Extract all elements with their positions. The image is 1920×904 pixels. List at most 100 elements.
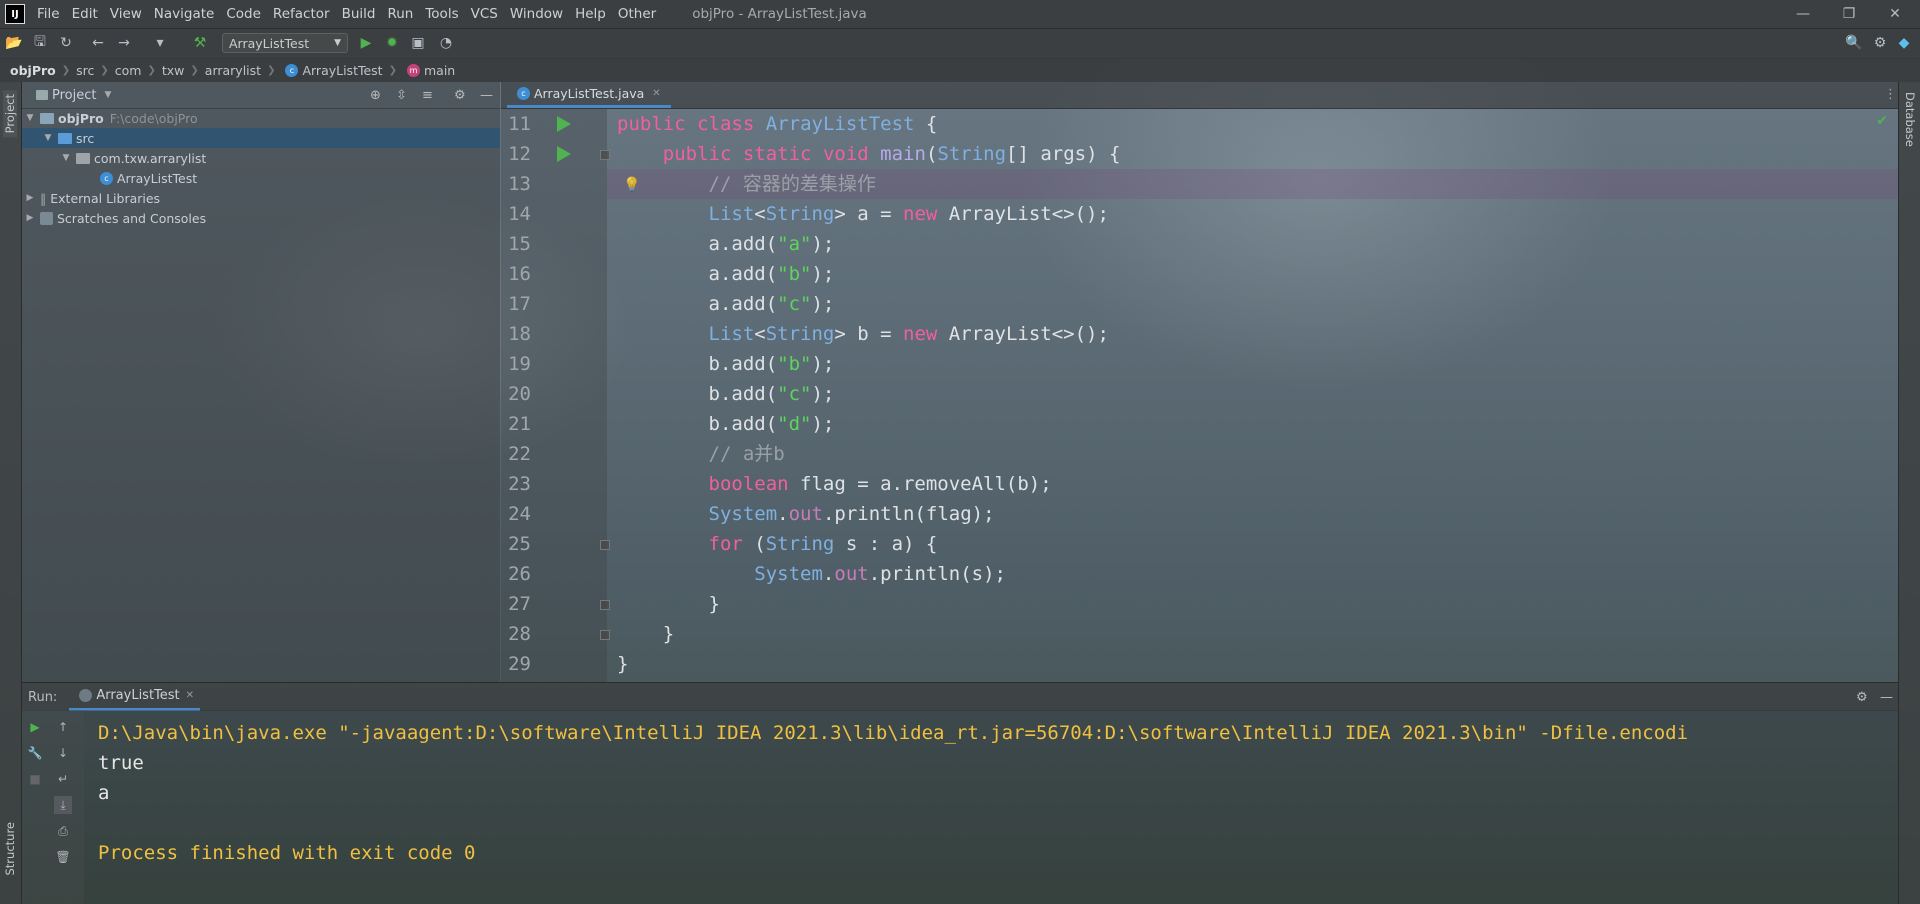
wrench-icon[interactable]: 🔧 — [26, 744, 44, 762]
expand-all-icon[interactable]: ⇳ — [396, 88, 407, 103]
breadcrumb-txw[interactable]: txw — [162, 63, 185, 78]
locate-icon[interactable]: ⊕ — [370, 88, 381, 103]
chevron-down-icon[interactable]: ▼ — [42, 133, 54, 143]
breadcrumb-class[interactable]: ArrayListTest — [302, 63, 382, 78]
breadcrumb-method[interactable]: main — [424, 63, 455, 78]
menu-build[interactable]: Build — [336, 0, 382, 28]
chevron-right-icon[interactable]: ▶ — [24, 213, 36, 223]
breadcrumb-project[interactable]: objPro — [10, 63, 56, 78]
console-output[interactable]: D:\Java\bin\java.exe "-javaagent:D:\soft… — [84, 710, 1898, 904]
database-tool-tab[interactable]: Database — [1903, 92, 1917, 147]
print-icon[interactable]: ⎙ — [54, 822, 72, 840]
code-token: > a = — [834, 203, 904, 225]
code-token: ); — [811, 413, 835, 435]
gear-icon[interactable]: ⚙ — [454, 88, 466, 103]
chevron-right-icon[interactable]: ▶ — [24, 193, 36, 203]
sync-icon[interactable]: ↻ — [56, 33, 76, 53]
project-view-label[interactable]: Project — [52, 88, 96, 103]
vcs-user-icon[interactable]: ▾ — [150, 33, 170, 53]
menu-view[interactable]: View — [104, 0, 148, 28]
more-options-icon[interactable]: ⋮ — [1884, 87, 1897, 102]
save-icon[interactable]: 🖫 — [30, 33, 50, 53]
close-tab-icon[interactable]: ✕ — [186, 690, 194, 701]
build-hammer-icon[interactable]: ⚒ — [190, 33, 210, 53]
stop-icon[interactable]: ■ — [26, 770, 44, 788]
up-arrow-icon[interactable]: ↑ — [54, 718, 72, 736]
chevron-down-icon[interactable]: ▼ — [60, 153, 72, 163]
editor-tab-arraylisttest[interactable]: c ArrayListTest.java ✕ — [507, 82, 671, 108]
editor-tab-bar: c ArrayListTest.java ✕ ⋮ — [501, 82, 1898, 109]
menu-code[interactable]: Code — [220, 0, 267, 28]
code-token: ArrayList<>(); — [937, 203, 1109, 225]
run-gutter-icon[interactable] — [557, 146, 571, 162]
root-path: F:\code\objPro — [109, 110, 198, 126]
line-number: 20 — [508, 383, 531, 405]
tree-item-src[interactable]: ▼ src — [22, 128, 500, 148]
search-icon[interactable]: 🔍 — [1844, 33, 1864, 53]
breadcrumb-arrarylist[interactable]: arrarylist — [205, 63, 261, 78]
coverage-icon[interactable]: ▣ — [408, 33, 428, 53]
rerun-icon[interactable]: ▶ — [26, 718, 44, 736]
tree-item-package[interactable]: ▼ com.txw.arrarylist — [22, 148, 500, 168]
run-configuration-select[interactable]: ArrayListTest ▼ — [222, 33, 348, 53]
menu-run[interactable]: Run — [381, 0, 419, 28]
open-folder-icon[interactable]: 📂 — [4, 33, 24, 53]
tree-item-scratches[interactable]: ▶ Scratches and Consoles — [22, 208, 500, 228]
code-line-18: List<String> b = new ArrayList<>(); — [617, 319, 1109, 349]
menu-tools[interactable]: Tools — [419, 0, 464, 28]
tree-item-class[interactable]: c ArrayListTest — [22, 168, 500, 188]
hide-icon[interactable]: — — [480, 88, 493, 103]
run-tab-arraylisttest[interactable]: ArrayListTest ✕ — [69, 683, 201, 711]
breadcrumb-src[interactable]: src — [76, 63, 94, 78]
code-token: ArrayList<>(); — [937, 323, 1109, 345]
code-text-area[interactable]: ✔ public class ArrayListTest { public st… — [607, 109, 1898, 682]
minimize-icon[interactable]: — — [1780, 0, 1826, 28]
chevron-down-icon[interactable]: ▼ — [104, 90, 111, 100]
line-number: 26 — [508, 563, 531, 585]
root-name: objPro — [58, 110, 104, 126]
close-tab-icon[interactable]: ✕ — [652, 88, 660, 99]
code-token: ( — [742, 533, 766, 555]
tree-item-root[interactable]: ▼ objPro F:\code\objPro — [22, 108, 500, 128]
run-config-label: ArrayListTest — [229, 35, 310, 51]
hide-icon[interactable]: — — [1880, 690, 1893, 705]
menu-help[interactable]: Help — [569, 0, 612, 28]
chevron-down-icon[interactable]: ▼ — [24, 113, 36, 123]
restore-icon[interactable]: ❐ — [1826, 0, 1872, 28]
menu-edit[interactable]: Edit — [66, 0, 104, 28]
menu-navigate[interactable]: Navigate — [148, 0, 221, 28]
menu-file[interactable]: File — [31, 0, 66, 28]
intellij-logo-icon[interactable]: IJ — [5, 4, 25, 24]
profile-icon[interactable]: ◔ — [436, 33, 456, 53]
close-icon[interactable]: ✕ — [1872, 0, 1918, 28]
chevron-down-icon: ▼ — [334, 38, 341, 48]
breadcrumb-com[interactable]: com — [115, 63, 142, 78]
console-line: a — [98, 782, 110, 804]
toolbox-icon[interactable]: ◆ — [1894, 33, 1914, 53]
code-token: { — [925, 113, 938, 135]
run-gutter-icon[interactable] — [557, 116, 571, 132]
soft-wrap-icon[interactable]: ↵ — [54, 770, 72, 788]
collapse-all-icon[interactable]: ≡ — [422, 88, 433, 103]
line-number: 11 — [508, 113, 531, 135]
code-token: a.add( — [708, 263, 778, 285]
down-arrow-icon[interactable]: ↓ — [54, 744, 72, 762]
trash-icon[interactable]: 🗑 — [54, 848, 72, 866]
scroll-to-end-icon[interactable]: ⤓ — [54, 796, 72, 814]
tree-item-external-libraries[interactable]: ▶ ‖ External Libraries — [22, 188, 500, 208]
menu-vcs[interactable]: VCS — [465, 0, 504, 28]
forward-icon[interactable]: → — [114, 33, 134, 53]
line-number: 15 — [508, 233, 531, 255]
menu-window[interactable]: Window — [504, 0, 569, 28]
code-token: main — [880, 143, 926, 165]
gear-icon[interactable]: ⚙ — [1856, 690, 1868, 705]
debug-icon[interactable]: ✹ — [382, 33, 402, 53]
project-tool-tab[interactable]: Project — [3, 90, 17, 138]
right-tool-strip: Database — [1898, 82, 1920, 904]
run-icon[interactable]: ▶ — [356, 33, 376, 53]
gear-icon[interactable]: ⚙ — [1870, 33, 1890, 53]
code-token: } — [708, 593, 720, 615]
menu-other[interactable]: Other — [612, 0, 662, 28]
menu-refactor[interactable]: Refactor — [267, 0, 336, 28]
back-icon[interactable]: ← — [88, 33, 108, 53]
